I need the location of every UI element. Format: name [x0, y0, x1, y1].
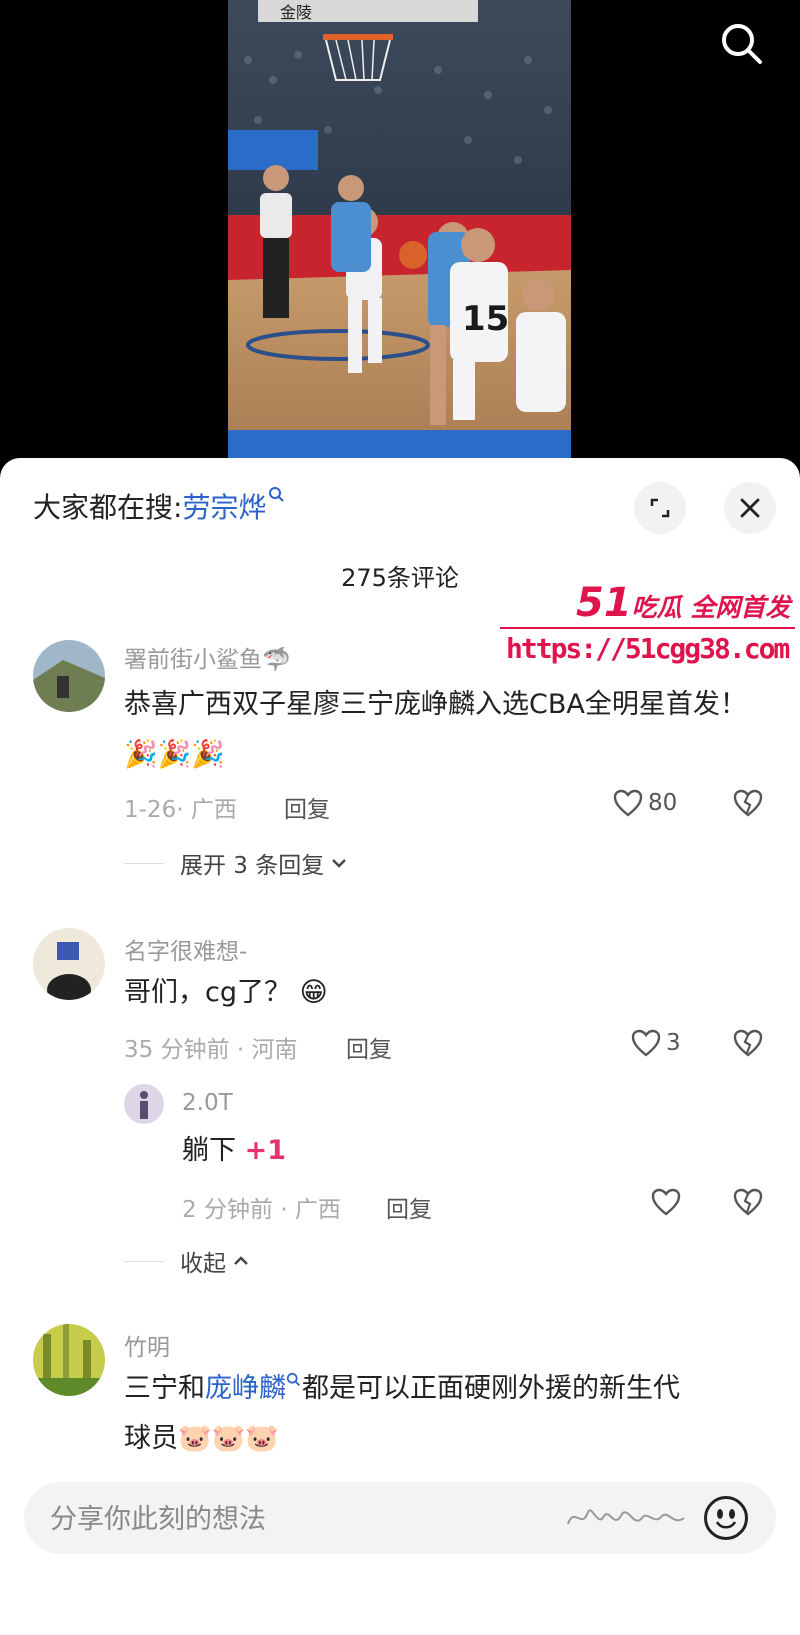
broken-heart-icon — [733, 1188, 763, 1216]
search-small-icon — [269, 487, 285, 502]
handwriting-doodle — [567, 1509, 685, 1525]
divider — [124, 862, 164, 864]
comment-body-line2: 球员 — [124, 1423, 178, 1454]
like-count: 80 — [648, 790, 678, 816]
trending-prefix: 大家都在搜: — [33, 491, 183, 524]
jersey-number: 15 — [462, 299, 509, 339]
dislike-button[interactable] — [732, 788, 764, 822]
reply-body: 躺下 — [182, 1135, 236, 1166]
reply-button[interactable]: 回复 — [346, 1030, 392, 1064]
reply-username[interactable]: 2.0T — [182, 1090, 233, 1116]
reply-text: 躺下 +1 — [182, 1126, 286, 1176]
comment-text: 恭喜广西双子星廖三宁庞峥麟入选CBA全明星首发！ 🎉🎉🎉 — [124, 680, 764, 780]
pig-emojis: 🐷🐷🐷 — [178, 1423, 279, 1454]
close-button[interactable] — [724, 482, 776, 534]
reply-meta: 2 分钟前 · 广西 — [182, 1197, 341, 1223]
comment-meta: 1-26· 广西 — [124, 797, 237, 823]
heart-icon — [631, 1029, 661, 1057]
reply-button[interactable]: 回复 — [284, 790, 330, 824]
fullscreen-button[interactable] — [634, 482, 686, 534]
watermark-title: 51吃瓜 全网首发 — [576, 580, 790, 626]
mention-link[interactable]: 庞峥麟 — [205, 1373, 286, 1404]
avatar[interactable] — [33, 1324, 105, 1396]
grin-emoji: 😁 — [299, 977, 328, 1008]
watermark-line — [500, 627, 795, 629]
expand-replies-button[interactable]: 展开 3 条回复 — [124, 846, 348, 880]
avatar[interactable] — [33, 640, 105, 712]
like-button[interactable]: 3 — [630, 1028, 681, 1058]
expand-icon — [650, 498, 670, 518]
like-button[interactable] — [650, 1187, 682, 1217]
watermark: 51吃瓜 全网首发 https://51cgg38.com — [496, 578, 800, 678]
watermark-number: 51 — [576, 580, 632, 626]
broken-heart-icon — [733, 1029, 763, 1057]
watermark-url: https://51cgg38.com — [506, 632, 790, 665]
comment-body: 哥们，cg了？ — [124, 977, 291, 1008]
shark-emoji: 🦈 — [262, 647, 291, 673]
watermark-text: 吃瓜 全网首发 — [631, 593, 791, 622]
video-player[interactable]: 金陵 15 — [0, 0, 800, 460]
video-frame: 金陵 15 — [228, 0, 571, 460]
trending-term[interactable]: 劳宗烨 — [182, 491, 266, 524]
comment-input-bar[interactable] — [24, 1482, 776, 1556]
reply-button[interactable]: 回复 — [386, 1190, 432, 1224]
dislike-button[interactable] — [732, 1187, 764, 1221]
divider — [124, 1260, 164, 1262]
scoreboard-text: 金陵 — [280, 3, 312, 22]
like-count: 3 — [666, 1030, 681, 1056]
comment-text: 三宁和庞峥麟 都是可以正面硬刚外援的新生代 球员🐷🐷🐷 — [124, 1364, 764, 1464]
avatar[interactable] — [33, 928, 105, 1000]
comment-meta: 35 分钟前 · 河南 — [124, 1037, 298, 1063]
search-small-icon — [286, 1372, 300, 1386]
chevron-down-icon — [332, 859, 347, 868]
comment-input[interactable] — [48, 1482, 492, 1556]
trending-search[interactable]: 大家都在搜:劳宗烨 — [33, 486, 286, 526]
comment-body: 恭喜广西双子星廖三宁庞峥麟入选CBA全明星首发！ — [124, 689, 747, 720]
search-button[interactable] — [716, 18, 768, 70]
expand-label: 展开 3 条回复 — [180, 853, 325, 879]
chevron-up-icon — [234, 1256, 248, 1265]
emoji-icon — [715, 1509, 737, 1529]
reply-avatar[interactable] — [124, 1084, 164, 1124]
comment-body-end: 都是可以正面硬刚外援的新生代 — [302, 1373, 680, 1404]
username-text: 署前街小鲨鱼 — [124, 647, 262, 673]
comment-username[interactable]: 署前街小鲨鱼🦈 — [124, 640, 291, 674]
collapse-replies-button[interactable]: 收起 — [124, 1244, 250, 1278]
plus-one-badge: +1 — [244, 1135, 287, 1166]
heart-icon — [651, 1188, 681, 1216]
dislike-button[interactable] — [732, 1028, 764, 1062]
broken-heart-icon — [733, 789, 763, 817]
emoji-button[interactable] — [704, 1496, 748, 1540]
close-icon — [740, 498, 760, 518]
party-emojis: 🎉🎉🎉 — [124, 739, 225, 770]
comment-username[interactable]: 竹明 — [124, 1328, 170, 1362]
comment-body-start: 三宁和 — [124, 1373, 205, 1404]
collapse-label: 收起 — [180, 1251, 226, 1277]
search-icon — [722, 24, 762, 64]
comment-username[interactable]: 名字很难想- — [124, 932, 247, 966]
comment-text: 哥们，cg了？ 😁 — [124, 968, 764, 1018]
heart-icon — [613, 789, 643, 817]
like-button[interactable]: 80 — [612, 788, 677, 818]
